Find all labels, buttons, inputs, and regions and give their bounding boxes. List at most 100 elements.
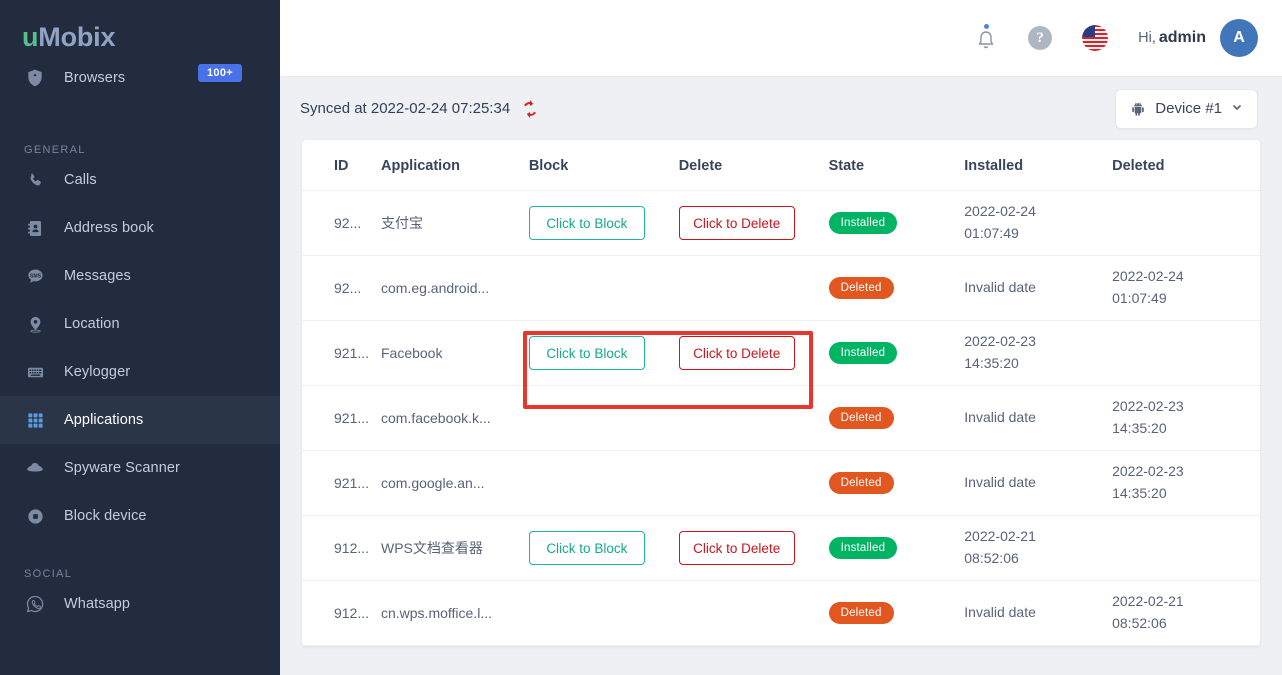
cell-block: [528, 450, 679, 516]
phone-icon: [24, 169, 46, 191]
status-badge: Deleted: [828, 407, 894, 429]
cell-application: 支付宝: [380, 190, 529, 256]
cell-block: Click to Block: [528, 190, 679, 256]
cell-deleted: 2022-02-23 14:35:20: [1112, 385, 1260, 451]
chevron-down-icon: [1231, 100, 1243, 117]
sidebar-item-label: Keylogger: [64, 364, 131, 380]
table-header-row: ID Application Block Delete State Installed De…: [302, 140, 1260, 191]
greeting-prefix: Hi,: [1138, 30, 1156, 46]
delete-button[interactable]: Click to Delete: [678, 206, 795, 240]
sidebar-item-block-device[interactable]: Block device: [0, 492, 280, 540]
sidebar-item-label: Browsers: [64, 70, 126, 86]
sidebar-item-address-book[interactable]: Address book: [0, 204, 280, 252]
avatar[interactable]: A: [1220, 19, 1258, 57]
cell-installed: 2022-02-21 08:52:06: [964, 515, 1113, 581]
delete-button[interactable]: Click to Delete: [678, 336, 795, 370]
main-area: ? Hi, admin A Synced at 2022-02-24 07:25…: [280, 0, 1282, 675]
application-window: uMobix Browsers 100+ GENERAL Calls Address b…: [0, 0, 1282, 675]
installed-date: Invalid date: [964, 409, 1036, 426]
cell-block: Click to Block: [528, 320, 679, 386]
sidebar-group-social: SOCIAL: [24, 568, 73, 580]
block-button[interactable]: Click to Block: [528, 531, 645, 565]
cell-block: [528, 580, 679, 646]
keyboard-icon: [24, 361, 46, 383]
cell-id: 921...: [302, 450, 381, 516]
deleted-date: 2022-02-24 01:07:49: [1112, 268, 1184, 306]
column-header-id: ID: [302, 140, 381, 191]
column-header-installed: Installed: [964, 140, 1113, 191]
cell-application: com.eg.android...: [380, 255, 529, 321]
sms-bubble-icon: SMS: [24, 265, 46, 287]
cell-delete: [678, 385, 829, 451]
table-row: 921... com.facebook.k... Deleted Invalid da…: [302, 385, 1260, 451]
sidebar-item-messages[interactable]: SMS Messages: [0, 252, 280, 300]
contact-book-icon: [24, 217, 46, 239]
applications-table-card: ID Application Block Delete State Installed De…: [302, 140, 1260, 646]
refresh-icon[interactable]: [521, 99, 539, 118]
table-row: 912... WPS文档查看器 Click to Block Click to Del…: [302, 515, 1260, 581]
sidebar-item-location[interactable]: Location: [0, 300, 280, 348]
status-badge: Deleted: [828, 277, 894, 299]
shield-icon: [24, 67, 46, 89]
app-logo[interactable]: uMobix: [22, 22, 115, 53]
hat-icon: [24, 457, 46, 479]
device-selector-button[interactable]: Device #1: [1115, 88, 1258, 129]
cell-installed: Invalid date: [964, 255, 1113, 321]
sidebar-item-calls[interactable]: Calls: [0, 156, 280, 204]
cell-delete: Click to Delete: [678, 190, 829, 256]
device-label: Device #1: [1155, 100, 1222, 117]
cell-installed: 2022-02-23 14:35:20: [964, 320, 1113, 386]
deleted-date: 2022-02-23 14:35:20: [1112, 463, 1184, 501]
column-header-application: Application: [380, 140, 529, 191]
status-badge: Installed: [828, 537, 898, 559]
table-row: 921... com.google.an... Deleted Invalid dat…: [302, 450, 1260, 516]
sidebar-item-label: Address book: [64, 220, 154, 236]
block-button[interactable]: Click to Block: [528, 206, 645, 240]
sidebar-item-browsers[interactable]: Browsers 100+: [0, 54, 280, 102]
notification-bell-icon[interactable]: [974, 24, 998, 52]
cell-installed: Invalid date: [964, 385, 1113, 451]
cell-state: Deleted: [828, 385, 965, 451]
sync-bar: Synced at 2022-02-24 07:25:34 Device #1: [280, 77, 1282, 140]
cell-state: Installed: [828, 190, 965, 256]
usa-flag-icon[interactable]: [1082, 25, 1109, 51]
stop-circle-icon: [24, 505, 46, 527]
notifications-button[interactable]: [974, 24, 998, 52]
cell-block: [528, 385, 679, 451]
installed-date: 2022-02-24 01:07:49: [964, 203, 1036, 241]
cell-installed: Invalid date: [964, 450, 1113, 516]
status-badge: Deleted: [828, 602, 894, 624]
grid-icon: [24, 409, 46, 431]
sidebar-item-spyware-scanner[interactable]: Spyware Scanner: [0, 444, 280, 492]
language-selector[interactable]: [1082, 25, 1109, 51]
cell-id: 921...: [302, 320, 381, 386]
sidebar-item-applications[interactable]: Applications: [0, 396, 280, 444]
sidebar-item-whatsapp[interactable]: Whatsapp: [0, 580, 280, 628]
cell-delete: [678, 580, 829, 646]
cell-application: Facebook: [380, 320, 529, 386]
cell-state: Deleted: [828, 580, 965, 646]
block-button[interactable]: Click to Block: [528, 336, 645, 370]
column-header-block: Block: [528, 140, 679, 191]
cell-deleted: 2022-02-21 08:52:06: [1112, 580, 1260, 646]
sidebar-item-keylogger[interactable]: Keylogger: [0, 348, 280, 396]
installed-date: Invalid date: [964, 279, 1036, 296]
column-header-state: State: [828, 140, 965, 191]
help-question-icon[interactable]: ?: [1028, 26, 1053, 50]
status-badge: Installed: [828, 342, 898, 364]
sync-status: Synced at 2022-02-24 07:25:34: [300, 99, 539, 118]
map-pin-icon: [24, 313, 46, 335]
status-badge: Installed: [828, 212, 898, 234]
deleted-date: 2022-02-23 14:35:20: [1112, 398, 1184, 436]
delete-button[interactable]: Click to Delete: [678, 531, 795, 565]
cell-deleted: [1112, 320, 1260, 386]
sidebar-item-label: Spyware Scanner: [64, 460, 180, 476]
cell-deleted: 2022-02-23 14:35:20: [1112, 450, 1260, 516]
sidebar-item-label: Calls: [64, 172, 97, 188]
cell-id: 92...: [302, 255, 381, 321]
cell-state: Deleted: [828, 450, 965, 516]
user-menu[interactable]: Hi, admin A: [1138, 19, 1258, 57]
deleted-date: 2022-02-21 08:52:06: [1112, 593, 1184, 631]
help-button[interactable]: ?: [1028, 26, 1053, 50]
